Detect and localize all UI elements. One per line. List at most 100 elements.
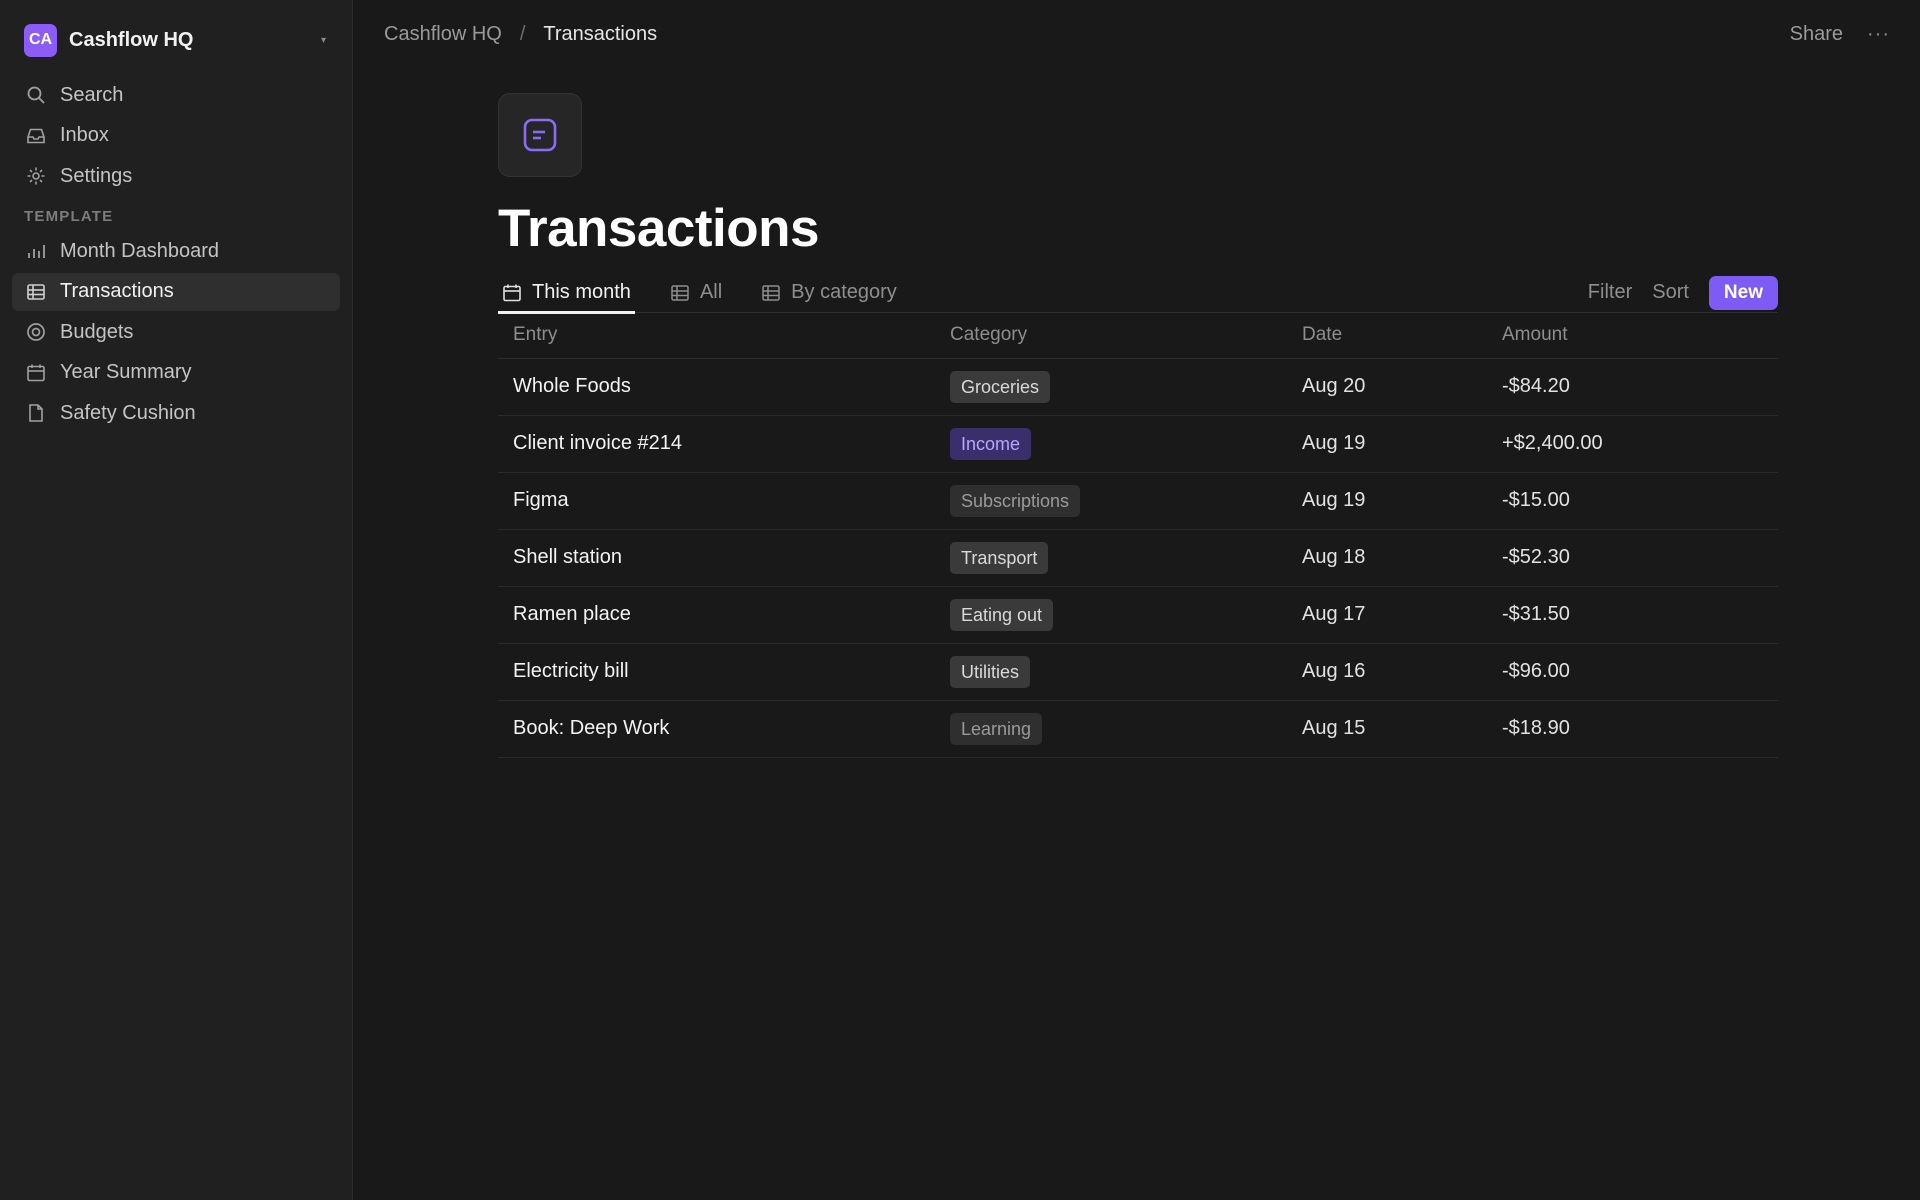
row-amount: -$96.00 — [1487, 643, 1778, 701]
row-amount: -$15.00 — [1487, 472, 1778, 530]
bar-chart-icon — [24, 239, 48, 263]
calendar-icon — [24, 361, 48, 385]
inbox-icon — [24, 124, 48, 148]
sidebar-item-label: Inbox — [60, 124, 109, 146]
top-actions: Share ··· — [1790, 23, 1890, 46]
breadcrumb: Cashflow HQ / Transactions — [384, 23, 1790, 46]
transactions-table: Entry Category Date Amount Whole Foods Gr… — [498, 313, 1778, 758]
view-actions: Filter Sort New — [1588, 275, 1778, 310]
sidebar-item-label: Search — [60, 83, 124, 106]
sidebar-item-search[interactable]: Search — [12, 76, 340, 114]
sidebar-item-budgets[interactable]: Budgets — [12, 313, 340, 351]
row-category-cell: Groceries — [935, 358, 1287, 416]
table-row[interactable]: Client invoice #214 Income Aug 19 +$2,400.0… — [498, 415, 1778, 473]
row-date: Aug 19 — [1287, 472, 1487, 530]
row-amount: -$31.50 — [1487, 586, 1778, 644]
row-category-cell: Learning — [935, 700, 1287, 758]
sidebar-item-month-dashboard[interactable]: Month Dashboard — [12, 232, 340, 270]
row-date: Aug 20 — [1287, 358, 1487, 416]
document-icon — [24, 401, 48, 425]
row-category-cell: Transport — [935, 529, 1287, 587]
row-amount: -$84.20 — [1487, 358, 1778, 416]
table-icon — [24, 280, 48, 304]
sidebar-item-inbox[interactable]: Inbox — [12, 117, 340, 155]
row-entry[interactable]: Electricity bill — [498, 643, 935, 701]
row-category-cell: Income — [935, 415, 1287, 473]
tab-label: By category — [791, 281, 897, 303]
row-date: Aug 16 — [1287, 643, 1487, 701]
topbar: Cashflow HQ / Transactions Share ··· — [353, 0, 1920, 68]
row-entry[interactable]: Whole Foods — [498, 358, 935, 416]
sidebar-section-label: TEMPLATE — [24, 208, 114, 225]
tab-this-month[interactable]: This month — [498, 273, 635, 314]
chevron-down-icon[interactable]: ▾ — [321, 35, 326, 46]
table-icon — [670, 283, 690, 303]
row-amount: +$2,400.00 — [1487, 415, 1778, 473]
table-row[interactable]: Whole Foods Groceries Aug 20 -$84.20 — [498, 358, 1778, 416]
tab-all[interactable]: All — [666, 273, 726, 313]
sidebar-item-label: Transactions — [60, 280, 174, 302]
table-header-row: Entry Category Date Amount — [498, 313, 1778, 359]
category-tag[interactable]: Eating out — [950, 598, 1054, 631]
sidebar-item-safety-cushion[interactable]: Safety Cushion — [12, 394, 340, 432]
target-icon — [24, 320, 48, 344]
column-header-entry[interactable]: Entry — [498, 313, 935, 359]
sidebar-item-label: Year Summary — [60, 361, 192, 383]
sidebar-item-year-summary[interactable]: Year Summary — [12, 354, 340, 392]
table-icon — [761, 283, 781, 303]
column-header-amount[interactable]: Amount — [1487, 313, 1778, 359]
table-row[interactable]: Electricity bill Utilities Aug 16 -$96.00 — [498, 643, 1778, 701]
page-title: Transactions — [498, 199, 819, 258]
category-tag[interactable]: Utilities — [950, 655, 1031, 688]
table-row[interactable]: Figma Subscriptions Aug 19 -$15.00 — [498, 472, 1778, 530]
sidebar-item-transactions[interactable]: Transactions — [12, 272, 340, 311]
row-entry[interactable]: Client invoice #214 — [498, 415, 935, 473]
row-entry[interactable]: Ramen place — [498, 586, 935, 644]
new-button[interactable]: New — [1708, 275, 1778, 310]
tab-label: All — [699, 281, 723, 303]
row-entry[interactable]: Figma — [498, 472, 935, 530]
row-amount: -$18.90 — [1487, 700, 1778, 758]
row-category-cell: Subscriptions — [935, 472, 1287, 530]
calendar-icon — [502, 283, 522, 303]
workspace-name: Cashflow HQ — [69, 28, 194, 51]
sidebar-item-settings[interactable]: Settings — [12, 157, 340, 195]
category-tag[interactable]: Subscriptions — [950, 484, 1081, 517]
category-tag[interactable]: Income — [950, 427, 1032, 460]
row-entry[interactable]: Shell station — [498, 529, 935, 587]
column-header-category[interactable]: Category — [935, 313, 1287, 359]
category-tag[interactable]: Transport — [950, 541, 1049, 574]
column-header-date[interactable]: Date — [1287, 313, 1487, 359]
sidebar-item-label: Month Dashboard — [60, 239, 219, 262]
workspace-switcher[interactable]: CA Cashflow HQ ▾ — [12, 22, 340, 58]
breadcrumb-separator: / — [519, 22, 526, 45]
main-content: Cashflow HQ / Transactions Share ··· Tra… — [353, 0, 1920, 1200]
table-row[interactable]: Ramen place Eating out Aug 17 -$31.50 — [498, 586, 1778, 644]
category-tag[interactable]: Groceries — [950, 370, 1051, 403]
row-entry[interactable]: Book: Deep Work — [498, 700, 935, 758]
category-tag[interactable]: Learning — [950, 712, 1043, 745]
sort-button[interactable]: Sort — [1652, 281, 1689, 304]
share-button[interactable]: Share — [1790, 23, 1843, 46]
table-row[interactable]: Book: Deep Work Learning Aug 15 -$18.90 — [498, 700, 1778, 758]
sidebar-item-label: Budgets — [60, 320, 134, 343]
more-icon[interactable]: ··· — [1867, 23, 1890, 46]
tab-by-category[interactable]: By category — [757, 273, 901, 313]
row-amount: -$52.30 — [1487, 529, 1778, 587]
row-date: Aug 18 — [1287, 529, 1487, 587]
note-icon[interactable] — [498, 93, 582, 177]
table-row[interactable]: Shell station Transport Aug 18 -$52.30 — [498, 529, 1778, 587]
breadcrumb-current[interactable]: Transactions — [543, 23, 657, 46]
row-date: Aug 15 — [1287, 700, 1487, 758]
sidebar: CA Cashflow HQ ▾ Search Inbox Settings T… — [0, 0, 353, 1200]
row-category-cell: Utilities — [935, 643, 1287, 701]
search-icon — [24, 83, 48, 107]
filter-button[interactable]: Filter — [1588, 281, 1632, 304]
tab-label: This month — [532, 281, 631, 303]
breadcrumb-root[interactable]: Cashflow HQ — [384, 23, 502, 46]
workspace-avatar: CA — [24, 23, 57, 57]
sidebar-item-label: Safety Cushion — [60, 401, 196, 424]
sidebar-item-label: Settings — [60, 164, 133, 187]
row-date: Aug 19 — [1287, 415, 1487, 473]
row-date: Aug 17 — [1287, 586, 1487, 644]
